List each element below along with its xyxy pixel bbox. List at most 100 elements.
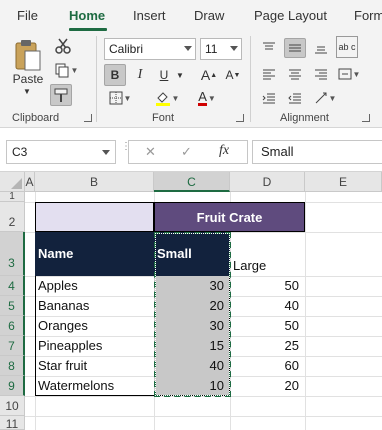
- gridline: [25, 396, 382, 397]
- formula-bar: C3 ⋮ ✕ ✓ fx Small: [0, 128, 382, 172]
- chevron-down-icon: [230, 46, 238, 51]
- middle-align-icon[interactable]: [284, 38, 306, 58]
- header-small-cell[interactable]: Small: [154, 232, 230, 276]
- underline-button[interactable]: U: [154, 64, 174, 86]
- cell-large[interactable]: 25: [230, 336, 305, 356]
- font-group-label: Font: [152, 112, 175, 124]
- row-header-11[interactable]: 11: [0, 416, 25, 430]
- paste-label[interactable]: Paste: [8, 72, 48, 86]
- row-header-3[interactable]: 3: [0, 232, 25, 276]
- gridline: [25, 416, 382, 417]
- header-large-cell[interactable]: Large: [230, 232, 305, 276]
- cell-small[interactable]: 40: [154, 356, 230, 376]
- alignment-group-label: Alignment: [280, 112, 329, 124]
- font-dialog-launcher-icon[interactable]: [236, 114, 244, 122]
- merge-center-icon[interactable]: ▼: [334, 64, 364, 84]
- gridline: [305, 192, 306, 430]
- column-header-c[interactable]: C: [154, 172, 230, 192]
- orientation-icon[interactable]: ▼: [310, 88, 340, 108]
- cell-name[interactable]: Watermelons: [35, 376, 154, 396]
- ribbon-separator: [96, 36, 97, 122]
- active-tab-indicator: [69, 28, 107, 31]
- cell-large[interactable]: 60: [230, 356, 305, 376]
- column-header-e[interactable]: E: [305, 172, 382, 192]
- column-header-d[interactable]: D: [230, 172, 305, 192]
- tab-home[interactable]: Home: [69, 8, 105, 23]
- increase-font-size-icon[interactable]: A ▲: [198, 64, 220, 86]
- cell-small[interactable]: 20: [154, 296, 230, 316]
- formula-buttons: ✕ ✓ fx: [128, 140, 248, 164]
- font-color-icon[interactable]: A ▼: [192, 88, 222, 108]
- font-name-dropdown[interactable]: Calibri: [104, 38, 196, 60]
- cell-small[interactable]: 15: [154, 336, 230, 356]
- row-header-6[interactable]: 6: [0, 316, 25, 336]
- row-header-8[interactable]: 8: [0, 356, 25, 376]
- row-header-9[interactable]: 9: [0, 376, 25, 396]
- top-align-icon[interactable]: [258, 38, 280, 58]
- format-painter-icon[interactable]: [50, 84, 72, 106]
- name-box-value: C3: [12, 145, 28, 159]
- row-header-5[interactable]: 5: [0, 296, 25, 316]
- bold-button[interactable]: B: [104, 64, 126, 86]
- clipboard-dialog-launcher-icon[interactable]: [84, 114, 92, 122]
- fill-color-icon[interactable]: ▼: [150, 88, 184, 108]
- align-right-icon[interactable]: [310, 64, 332, 84]
- align-center-icon[interactable]: [284, 64, 306, 84]
- cell-name[interactable]: Bananas: [35, 296, 154, 316]
- align-left-icon[interactable]: [258, 64, 280, 84]
- row-header-7[interactable]: 7: [0, 336, 25, 356]
- cell-small[interactable]: 30: [154, 276, 230, 296]
- cut-icon[interactable]: [52, 36, 74, 56]
- cell-name[interactable]: Oranges: [35, 316, 154, 336]
- cell-large[interactable]: 50: [230, 276, 305, 296]
- italic-button[interactable]: I: [130, 64, 150, 86]
- tab-insert[interactable]: Insert: [133, 8, 166, 23]
- decrease-font-size-icon[interactable]: A ▼: [222, 64, 244, 86]
- paste-dropdown-icon[interactable]: ▼: [20, 86, 34, 96]
- alignment-dialog-launcher-icon[interactable]: [362, 114, 370, 122]
- font-size-dropdown[interactable]: 11: [200, 38, 242, 60]
- select-all-corner[interactable]: [0, 172, 25, 192]
- merged-title-cell[interactable]: Fruit Crate: [154, 202, 305, 232]
- cell-small[interactable]: 10: [154, 376, 230, 396]
- wrap-text-icon[interactable]: ab c: [336, 36, 358, 58]
- tab-formulas[interactable]: Form: [354, 8, 382, 23]
- chevron-down-icon: [184, 46, 192, 51]
- bottom-align-icon[interactable]: [310, 38, 332, 58]
- row-header-10[interactable]: 10: [0, 396, 25, 416]
- cell-large[interactable]: 50: [230, 316, 305, 336]
- underline-dropdown-icon[interactable]: ▼: [174, 64, 186, 86]
- clipboard-group-label: Clipboard: [12, 112, 60, 124]
- paste-icon[interactable]: [10, 38, 46, 74]
- row-header-4[interactable]: 4: [0, 276, 25, 296]
- formula-input[interactable]: Small: [252, 140, 382, 164]
- chevron-down-icon: [102, 150, 110, 155]
- cell-large[interactable]: 20: [230, 376, 305, 396]
- cell-large[interactable]: 40: [230, 296, 305, 316]
- row-header-1[interactable]: 1: [0, 192, 25, 202]
- font-size-value: 11: [205, 42, 218, 56]
- ribbon-tab-bar: File Home Insert Draw Page Layout Form: [0, 0, 382, 32]
- increase-indent-icon[interactable]: [284, 88, 306, 108]
- tab-draw[interactable]: Draw: [194, 8, 224, 23]
- name-box[interactable]: C3: [6, 140, 116, 164]
- decrease-indent-icon[interactable]: [258, 88, 280, 108]
- wrap-text-label: ab c: [338, 41, 356, 52]
- cancel-icon[interactable]: ✕: [145, 144, 156, 160]
- column-header-a[interactable]: A: [25, 172, 35, 192]
- cell-name[interactable]: Pineapples: [35, 336, 154, 356]
- insert-function-icon[interactable]: fx: [219, 143, 229, 159]
- borders-icon[interactable]: ▼: [104, 88, 136, 108]
- tab-page-layout[interactable]: Page Layout: [254, 8, 327, 23]
- cell-small[interactable]: 30: [154, 316, 230, 336]
- cell-name[interactable]: Apples: [35, 276, 154, 296]
- header-name-cell[interactable]: Name: [35, 232, 154, 276]
- enter-icon[interactable]: ✓: [181, 144, 192, 160]
- ribbon: Paste ▼ ▼ Clipboard Calibri 11 B I U ▼ A…: [0, 32, 382, 128]
- cell-name[interactable]: Star fruit: [35, 356, 154, 376]
- copy-icon[interactable]: ▼: [52, 60, 80, 80]
- column-header-b[interactable]: B: [35, 172, 154, 192]
- cell-b2[interactable]: [35, 202, 154, 232]
- row-header-2[interactable]: 2: [0, 202, 25, 232]
- tab-file[interactable]: File: [17, 8, 38, 23]
